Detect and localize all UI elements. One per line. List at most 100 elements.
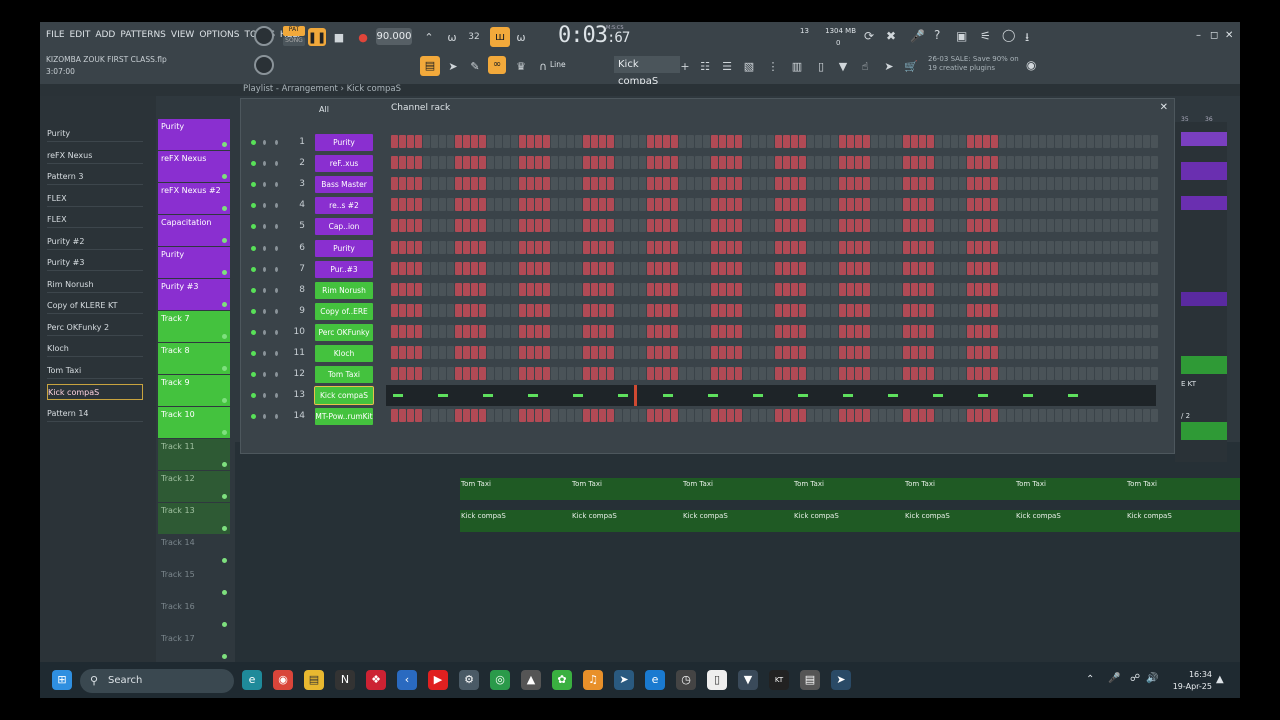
step-button[interactable] [559, 219, 566, 233]
step-button[interactable] [735, 240, 742, 254]
step-button[interactable] [983, 261, 990, 275]
step-button[interactable] [415, 219, 422, 233]
step-button[interactable] [1007, 282, 1014, 296]
step-button[interactable] [431, 282, 438, 296]
step-button[interactable] [735, 303, 742, 317]
step-button[interactable] [527, 324, 534, 338]
step-button[interactable] [1023, 409, 1030, 423]
step-button[interactable] [599, 177, 606, 191]
step-button[interactable] [543, 240, 550, 254]
step-button[interactable] [831, 135, 838, 148]
tempo-display[interactable]: 90.000 [376, 28, 412, 45]
microphone-icon[interactable]: 🎤 [910, 29, 925, 43]
step-button[interactable] [767, 135, 774, 148]
step-button[interactable] [503, 282, 510, 296]
step-button[interactable] [1103, 282, 1110, 296]
step-button[interactable] [1031, 135, 1038, 148]
step-button[interactable] [535, 367, 542, 381]
step-button[interactable] [447, 198, 454, 212]
step-button[interactable] [1063, 198, 1070, 212]
step-button[interactable] [415, 198, 422, 212]
step-button[interactable] [719, 282, 726, 296]
step-button[interactable] [935, 135, 942, 148]
step-button[interactable] [847, 282, 854, 296]
step-button[interactable] [839, 324, 846, 338]
step-button[interactable] [519, 261, 526, 275]
step-button[interactable] [863, 240, 870, 254]
step-button[interactable] [415, 324, 422, 338]
step-button[interactable] [695, 303, 702, 317]
step-button[interactable] [415, 240, 422, 254]
menu-item-edit[interactable]: EDIT [70, 30, 91, 40]
plugin-picker-icon[interactable]: ▼ [834, 57, 852, 75]
step-button[interactable] [855, 303, 862, 317]
step-button[interactable] [623, 346, 630, 359]
step-button[interactable] [527, 219, 534, 233]
step-button[interactable] [783, 177, 790, 191]
step-button[interactable] [895, 156, 902, 170]
channel-knob[interactable] [263, 308, 266, 314]
channel-mute-led[interactable] [251, 372, 256, 378]
step-button[interactable] [951, 240, 958, 254]
step-button[interactable] [839, 135, 846, 148]
step-button[interactable] [791, 156, 798, 170]
step-button[interactable] [895, 324, 902, 338]
playlist-track-header[interactable]: Track 9 [158, 375, 230, 406]
step-button[interactable] [871, 346, 878, 359]
step-button[interactable] [1135, 324, 1142, 338]
step-button[interactable] [591, 346, 598, 359]
step-button[interactable] [887, 324, 894, 338]
step-button[interactable] [927, 135, 934, 148]
step-button[interactable] [775, 409, 782, 423]
step-button[interactable] [591, 177, 598, 191]
step-button[interactable] [399, 282, 406, 296]
step-button[interactable] [767, 303, 774, 317]
step-button[interactable] [1079, 261, 1086, 275]
step-button[interactable] [791, 261, 798, 275]
step-button[interactable] [1095, 261, 1102, 275]
step-button[interactable] [927, 303, 934, 317]
step-button[interactable] [511, 135, 518, 148]
step-button[interactable] [711, 240, 718, 254]
step-button[interactable] [439, 219, 446, 233]
step-button[interactable] [1015, 367, 1022, 381]
browser-item[interactable]: FLEX [47, 212, 143, 228]
step-button[interactable] [511, 219, 518, 233]
step-button[interactable] [399, 324, 406, 338]
step-button[interactable] [551, 409, 558, 423]
step-button[interactable] [543, 135, 550, 148]
step-button[interactable] [1039, 219, 1046, 233]
step-button[interactable] [655, 261, 662, 275]
step-button[interactable] [847, 156, 854, 170]
step-button[interactable] [879, 409, 886, 423]
step-button[interactable] [583, 240, 590, 254]
step-button[interactable] [423, 282, 430, 296]
channel-name-button[interactable]: Kick compaS [314, 386, 374, 406]
step-button[interactable] [631, 156, 638, 170]
step-button[interactable] [815, 303, 822, 317]
step-button[interactable] [735, 346, 742, 359]
step-button[interactable] [399, 346, 406, 359]
step-button[interactable] [1031, 367, 1038, 381]
step-button[interactable] [991, 303, 998, 317]
step-button[interactable] [463, 282, 470, 296]
step-button[interactable] [743, 303, 750, 317]
step-button[interactable] [871, 409, 878, 423]
step-button[interactable] [431, 177, 438, 191]
step-button[interactable] [967, 324, 974, 338]
step-button[interactable] [447, 177, 454, 191]
step-button[interactable] [391, 303, 398, 317]
step-button[interactable] [807, 156, 814, 170]
step-button[interactable] [679, 282, 686, 296]
clock-date[interactable]: 19-Apr-25 [1162, 682, 1212, 691]
step-button[interactable] [935, 261, 942, 275]
step-button[interactable] [1127, 198, 1134, 212]
note-mark[interactable] [798, 394, 808, 398]
piano-roll-icon[interactable]: ☰ [718, 57, 736, 75]
step-button[interactable] [967, 367, 974, 381]
step-button[interactable] [735, 282, 742, 296]
step-button[interactable] [567, 240, 574, 254]
note-mark[interactable] [1023, 394, 1033, 398]
step-button[interactable] [439, 346, 446, 359]
step-button[interactable] [487, 303, 494, 317]
